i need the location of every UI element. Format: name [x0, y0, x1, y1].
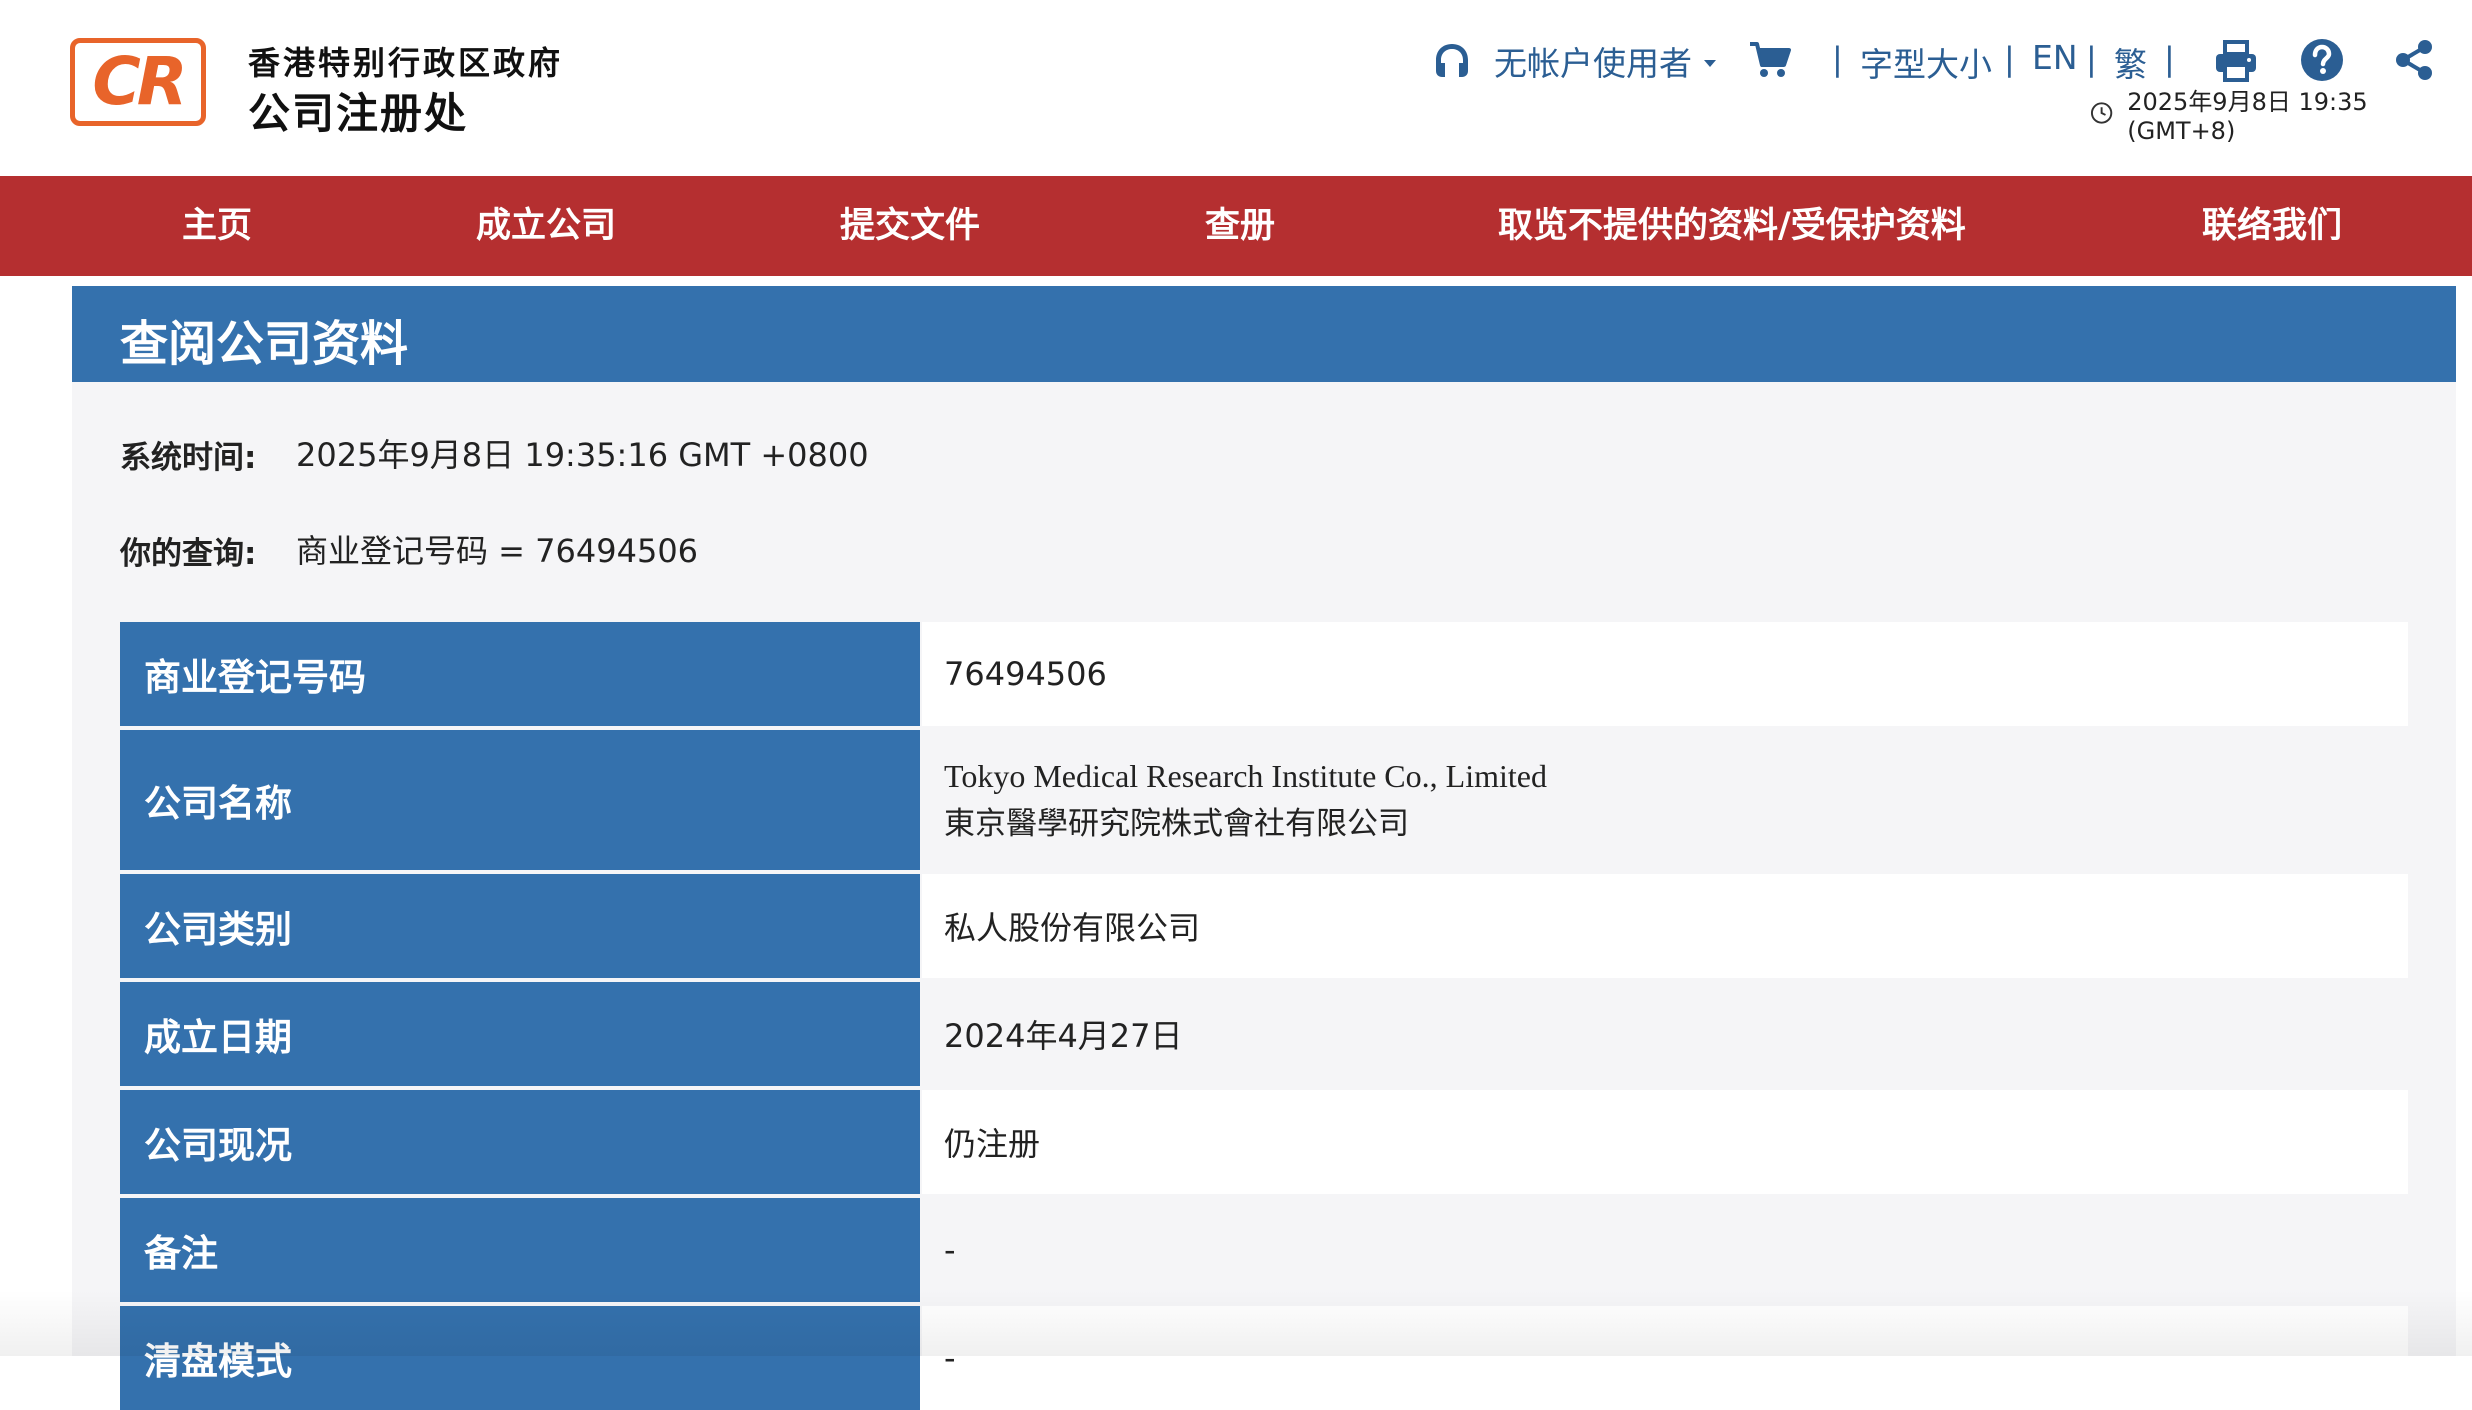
nav-item-search[interactable]: 查册: [1205, 176, 1275, 276]
company-name-en: Tokyo Medical Research Institute Co., Li…: [944, 758, 1547, 794]
registry-name: 公司注册处: [248, 89, 469, 138]
br-number-text: 76494506: [944, 655, 1107, 693]
page-title: 查阅公司资料: [120, 316, 409, 372]
cr-logo[interactable]: CR: [70, 38, 206, 126]
system-time-value: 2025年9月8日 19:35:16 GMT +0800: [296, 436, 869, 474]
remarks-text: -: [944, 1231, 956, 1269]
nav-item-home[interactable]: 主页: [182, 176, 252, 276]
chevron-down-icon: [1704, 59, 1716, 67]
user-menu[interactable]: 无帐户使用者: [1432, 36, 1716, 86]
page-title-bar: 查阅公司资料: [72, 286, 2456, 382]
logo-text: CR: [92, 43, 187, 120]
site-header: CR 香港特别行政区政府 公司注册处 无帐户使用者 | 字型大小 | EN | …: [0, 0, 2472, 176]
font-size-link[interactable]: 字型大小: [1860, 38, 1992, 86]
row-label-company-type: 公司类别: [120, 874, 920, 978]
query-label: 你的查询:: [120, 536, 257, 572]
nav-item-file-documents[interactable]: 提交文件: [840, 176, 980, 276]
main-content: 查阅公司资料 系统时间: 2025年9月8日 19:35:16 GMT +080…: [72, 286, 2456, 1410]
query-value: 商业登记号码 = 76494506: [296, 532, 699, 570]
incorporation-date-text: 2024年4月27日: [944, 1017, 1183, 1055]
print-icon[interactable]: [2214, 40, 2258, 82]
row-value-br-number: 76494506: [922, 622, 2408, 726]
company-type-text: 私人股份有限公司: [944, 909, 1201, 947]
row-value-remarks: -: [922, 1198, 2408, 1302]
cart-icon[interactable]: [1748, 40, 1792, 80]
company-status-text: 仍注册: [944, 1125, 1041, 1163]
row-label-incorporation-date: 成立日期: [120, 982, 920, 1086]
share-icon[interactable]: [2392, 38, 2436, 82]
separator: |: [1832, 40, 1843, 78]
row-value-incorporation-date: 2024年4月27日: [922, 982, 2408, 1086]
help-icon[interactable]: [2300, 38, 2344, 82]
gov-name: 香港特别行政区政府: [248, 44, 564, 82]
row-value-company-status: 仍注册: [922, 1090, 2408, 1194]
row-label-remarks: 备注: [120, 1198, 920, 1302]
separator: |: [2086, 40, 2097, 78]
row-label-br-number: 商业登记号码: [120, 622, 920, 726]
company-name-zh: 東京醫學研究院株式會社有限公司: [944, 806, 1409, 842]
separator: |: [2004, 40, 2015, 78]
clock-icon: [2090, 102, 2113, 124]
user-label: 无帐户使用者: [1494, 44, 1692, 83]
datetime-text: 2025年9月8日 19:35 (GMT+8): [2127, 87, 2368, 145]
nav-item-incorporate[interactable]: 成立公司: [476, 176, 616, 276]
language-en-link[interactable]: EN: [2032, 38, 2078, 77]
system-time-label: 系统时间:: [120, 440, 257, 476]
nav-item-contact[interactable]: 联络我们: [2202, 176, 2342, 276]
row-label-company-name: 公司名称: [120, 730, 920, 870]
row-label-company-status: 公司现况: [120, 1090, 920, 1194]
row-value-company-name: Tokyo Medical Research Institute Co., Li…: [922, 730, 2408, 870]
nav-item-protected-info[interactable]: 取览不提供的资料/受保护资料: [1498, 176, 1966, 276]
current-datetime: 2025年9月8日 19:35 (GMT+8): [2090, 88, 2472, 145]
separator: |: [2164, 40, 2175, 78]
row-value-company-type: 私人股份有限公司: [922, 874, 2408, 978]
user-icon: [1436, 44, 1468, 77]
language-traditional-link[interactable]: 繁: [2114, 38, 2147, 86]
main-nav: 主页 成立公司 提交文件 查册 取览不提供的资料/受保护资料 联络我们: [0, 176, 2472, 276]
bottom-fade: [0, 1290, 2472, 1356]
